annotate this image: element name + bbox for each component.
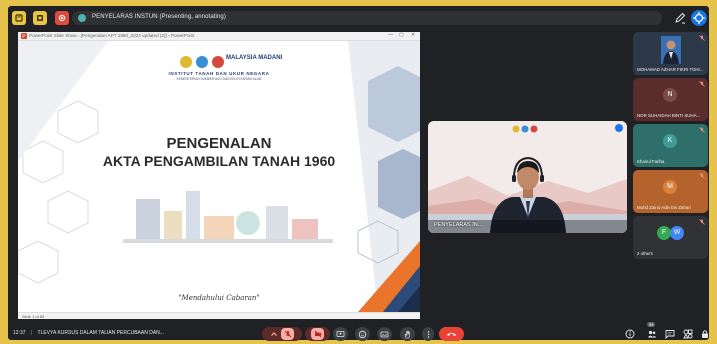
- mic-off-icon: [284, 330, 291, 338]
- emoji-icon: [358, 330, 367, 338]
- captions-icon: [380, 331, 389, 337]
- participant-tile[interactable]: K Khairul Fariha: [633, 124, 708, 167]
- annotate-icon: [693, 12, 705, 24]
- org-name: INSTITUT TANAH DAN UKUR NEGARA: [168, 71, 270, 76]
- annotate-button[interactable]: [691, 10, 707, 26]
- presenter-name: PENYELARAS IN...: [434, 222, 483, 228]
- file-icon: [15, 14, 23, 22]
- presenter-video: [428, 121, 627, 233]
- present-button[interactable]: [333, 327, 348, 341]
- participant-name: Khairul Fariha: [637, 159, 665, 164]
- powerpoint-icon: P: [21, 33, 27, 39]
- org-subtitle: KEMENTERIAN SUMBER ASLI DAN KELESTARIAN …: [176, 77, 262, 81]
- meeting-name: TLEVYA KURSUS DALAM TALIAN PERCUBAAN DAN…: [37, 330, 164, 336]
- mic-off-button[interactable]: [281, 328, 294, 340]
- more-options-button[interactable]: [422, 327, 434, 341]
- file-button[interactable]: [12, 11, 26, 25]
- emoji-button[interactable]: [355, 327, 370, 341]
- meeting-info: 12:37 | TLEVYA KURSUS DALAM TALIAN PERCU…: [13, 330, 164, 336]
- presenting-label: PENYELARAS INSTUN (Presenting, annotatin…: [92, 14, 226, 20]
- activities-icon[interactable]: [683, 329, 693, 339]
- window-title-bar: P PowerPoint Slide Show - [Pengenalan AP…: [18, 32, 420, 41]
- camera-control-group[interactable]: [305, 327, 330, 341]
- presenter-tile[interactable]: PENYELARAS IN...: [428, 121, 627, 233]
- slide-motto: "Mendahului Cabaran": [178, 294, 260, 302]
- record-button[interactable]: [55, 11, 69, 25]
- participant-tile[interactable]: N NOR SUHAIDAH BINTI SUHA...: [633, 78, 708, 121]
- chat-icon[interactable]: [665, 329, 675, 339]
- slide-title-line2: AKTA PENGAMBILAN TANAH 1960: [102, 153, 336, 169]
- mic-off-icon: [699, 219, 705, 225]
- camera-off-button[interactable]: [311, 328, 324, 340]
- mic-off-icon: [699, 173, 705, 179]
- record-icon: [58, 14, 66, 22]
- avatar: M: [663, 180, 677, 194]
- raise-hand-button[interactable]: [400, 327, 415, 341]
- avatar: K: [663, 134, 677, 148]
- slide-status-bar: Slide 1 of 50: [18, 312, 420, 319]
- board-icon: [37, 15, 43, 21]
- presentation-window[interactable]: P PowerPoint Slide Show - [Pengenalan AP…: [18, 32, 420, 319]
- mic-control-group[interactable]: [262, 327, 302, 341]
- hand-icon: [404, 330, 410, 338]
- phone-hangup-icon: [447, 332, 456, 336]
- chevron-up-icon[interactable]: [270, 330, 278, 338]
- board-button[interactable]: [33, 11, 47, 25]
- avatar: W: [670, 226, 684, 240]
- captions-button[interactable]: [377, 327, 392, 341]
- participant-tile[interactable]: MOHAMAD AZHAR FIKRI TOHI...: [633, 32, 708, 75]
- minimize-button[interactable]: —: [388, 32, 393, 38]
- presenting-banner[interactable]: PENYELARAS INSTUN (Presenting, annotatin…: [72, 11, 662, 25]
- mic-off-icon: [699, 35, 705, 41]
- meeting-time: 12:37: [13, 330, 26, 336]
- present-icon: [336, 330, 345, 337]
- participant-tile[interactable]: M Mohd Zairul Adin bin Zahari: [633, 170, 708, 213]
- pen-button[interactable]: [673, 11, 687, 25]
- slide-counter: Slide 1 of 50: [22, 314, 45, 319]
- people-icon[interactable]: [647, 329, 657, 339]
- mic-off-icon: [699, 127, 705, 133]
- maximize-button[interactable]: ▢: [399, 32, 404, 38]
- participant-count-badge: 99: [647, 322, 656, 327]
- close-button[interactable]: ✕: [411, 32, 415, 38]
- camera-off-icon: [314, 330, 321, 338]
- pen-icon: [675, 12, 686, 24]
- slide: MALAYSIA MADANI INSTITUT TANAH DAN UKUR …: [18, 41, 420, 312]
- lock-icon[interactable]: [700, 329, 710, 339]
- more-vert-icon: [427, 330, 429, 338]
- avatar: F: [657, 226, 671, 240]
- info-icon[interactable]: [625, 329, 635, 339]
- meeting-separator: |: [30, 330, 33, 336]
- participant-name: MOHAMAD AZHAR FIKRI TOHI...: [637, 67, 704, 72]
- participant-name: NOR SUHAIDAH BINTI SUHA...: [637, 113, 701, 118]
- slide-decoration: [18, 41, 420, 312]
- participant-tile-others[interactable]: F W 2 others: [633, 216, 708, 259]
- avatar: N: [663, 88, 677, 102]
- participant-name: Mohd Zairul Adin bin Zahari: [637, 205, 691, 210]
- end-call-button[interactable]: [439, 327, 464, 341]
- madani-logo-text: MALAYSIA MADANI: [226, 55, 283, 61]
- slide-title-line1: PENGENALAN: [166, 135, 272, 152]
- window-title: PowerPoint Slide Show - [Pengenalan APT …: [29, 33, 195, 38]
- mic-off-icon: [699, 81, 705, 87]
- participant-name: 2 others: [637, 251, 653, 256]
- presenting-icon: [78, 14, 86, 22]
